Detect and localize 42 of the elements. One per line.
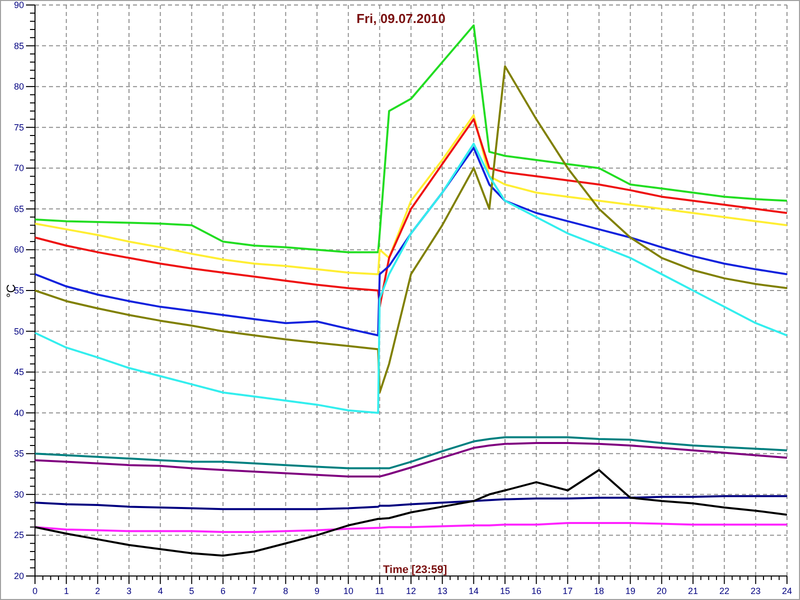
x-tick-label: 3 bbox=[126, 586, 132, 596]
x-tick-label: 2 bbox=[95, 586, 100, 596]
x-tick-label: 5 bbox=[189, 586, 194, 596]
x-tick-label: 8 bbox=[283, 586, 288, 596]
x-tick-label: 10 bbox=[343, 586, 354, 596]
x-tick-label: 23 bbox=[750, 586, 761, 596]
y-tick-label: 70 bbox=[14, 163, 24, 174]
x-tick-label: 9 bbox=[314, 586, 320, 596]
x-tick-label: 13 bbox=[437, 586, 448, 596]
x-tick-label: 21 bbox=[688, 586, 698, 596]
x-tick-label: 0 bbox=[32, 586, 38, 596]
x-tick-label: 15 bbox=[500, 586, 510, 596]
x-tick-label: 16 bbox=[531, 586, 542, 596]
y-tick-label: 65 bbox=[14, 204, 24, 214]
x-tick-label: 7 bbox=[252, 586, 257, 596]
y-tick-label: 45 bbox=[14, 367, 24, 378]
x-tick-label: 17 bbox=[562, 586, 573, 596]
y-tick-label: 85 bbox=[14, 40, 24, 51]
y-tick-label: 35 bbox=[14, 448, 24, 459]
y-tick-label: 30 bbox=[14, 489, 24, 500]
x-tick-label: 20 bbox=[656, 586, 667, 596]
y-tick-label: 55 bbox=[14, 286, 24, 296]
x-tick-label: 18 bbox=[594, 586, 604, 596]
x-tick-label: 4 bbox=[158, 586, 163, 596]
y-tick-label: 75 bbox=[14, 122, 24, 132]
x-tick-label: 6 bbox=[220, 586, 226, 596]
x-axis-label: Time [23:59] bbox=[383, 564, 447, 576]
y-tick-label: 20 bbox=[14, 571, 24, 581]
y-tick-label: 50 bbox=[14, 326, 24, 336]
y-tick-label: 60 bbox=[14, 244, 24, 255]
x-tick-label: 11 bbox=[375, 586, 384, 596]
x-tick-label: 19 bbox=[625, 586, 636, 596]
chart-title: Fri, 09.07.2010 bbox=[356, 11, 446, 26]
y-tick-label: 40 bbox=[14, 408, 24, 418]
x-tick-label: 24 bbox=[782, 586, 792, 596]
y-tick-label: 25 bbox=[14, 530, 24, 540]
y-tick-label: 80 bbox=[14, 82, 24, 92]
x-tick-label: 1 bbox=[64, 586, 69, 596]
x-tick-label: 22 bbox=[719, 586, 730, 596]
x-tick-label: 14 bbox=[468, 586, 479, 596]
y-tick-label: 90 bbox=[14, 1, 24, 10]
x-tick-label: 12 bbox=[406, 586, 416, 596]
